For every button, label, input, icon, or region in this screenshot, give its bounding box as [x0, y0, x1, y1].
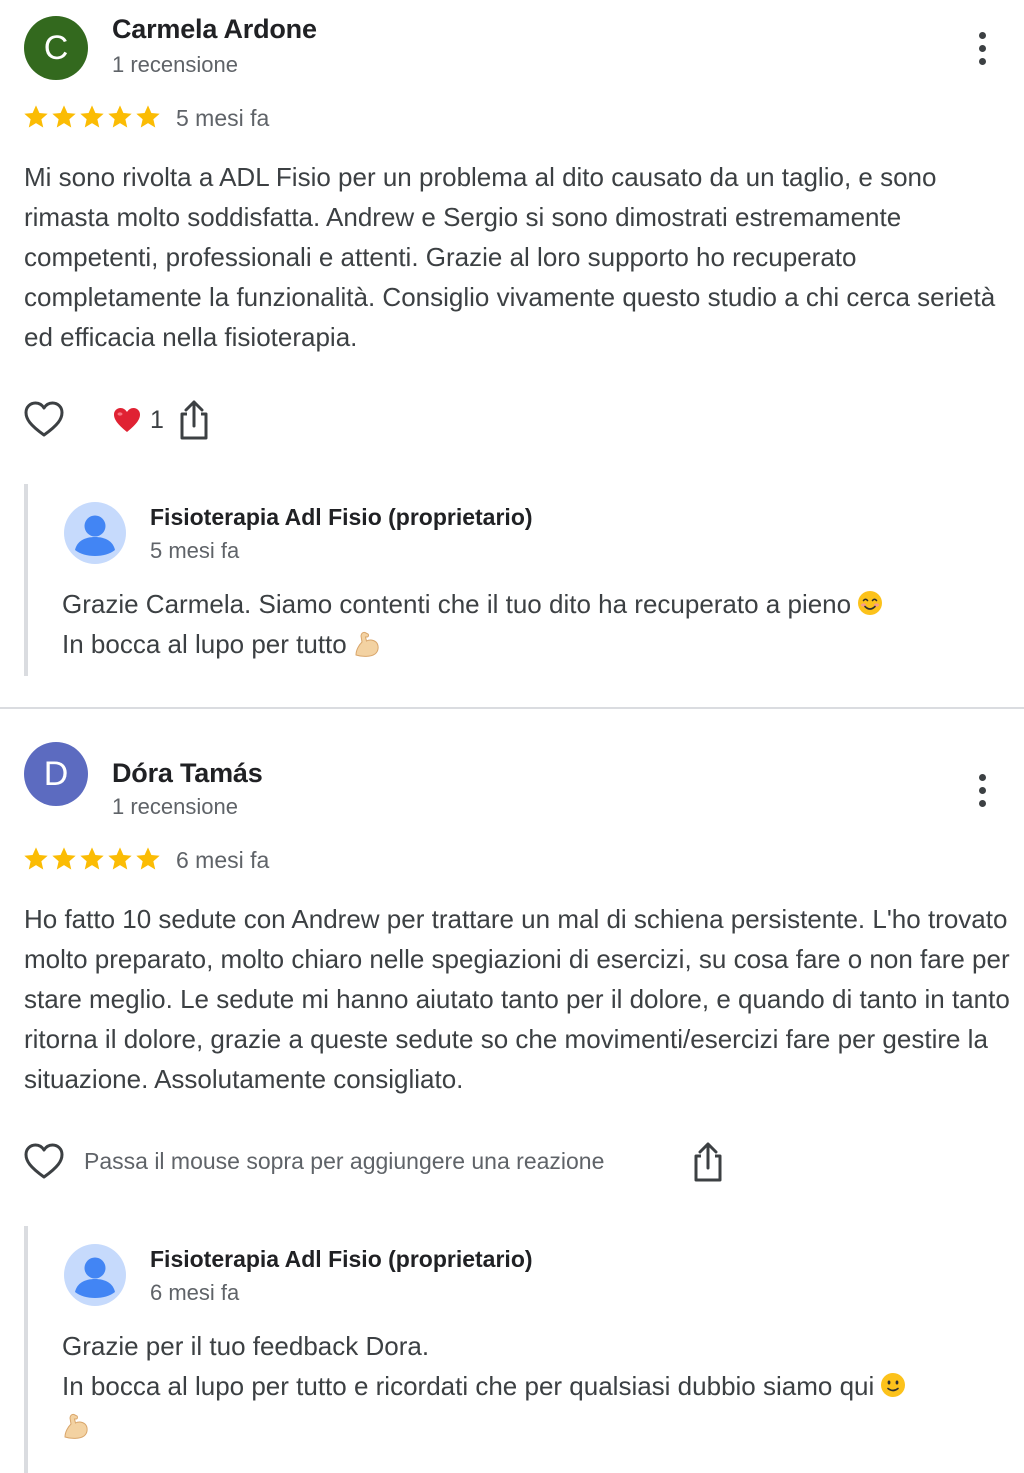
owner-reply: Fisioterapia Adl Fisio (proprietario) 5 … — [24, 484, 1014, 676]
owner-reply-text: Grazie per il tuo feedback Dora. In bocc… — [62, 1326, 1012, 1446]
avatar[interactable]: C — [24, 16, 88, 80]
star-icon — [24, 847, 48, 870]
flexed-biceps-icon — [64, 1413, 88, 1439]
owner-avatar-icon — [64, 1244, 126, 1306]
owner-reply-line: In bocca al lupo per tutto e ricordati c… — [62, 1371, 875, 1401]
owner-reply-date: 5 mesi fa — [150, 538, 240, 563]
star-icon — [108, 105, 132, 128]
review-text: Mi sono rivolta a ADL Fisio per un probl… — [24, 162, 996, 352]
star-icon — [136, 847, 160, 870]
review-author-name[interactable]: Dóra Tamás — [112, 758, 263, 789]
owner-reply-line: Grazie Carmela. Siamo contenti che il tu… — [62, 589, 852, 619]
owner-reply-line: In bocca al lupo per tutto — [62, 629, 347, 659]
owner-name: Fisioterapia Adl Fisio (proprietario) — [150, 1246, 533, 1272]
slightly-smiling-face-icon — [881, 1373, 906, 1397]
review-card: D Dóra Tamás 1 recensione 6 mesi fa Ho f… — [0, 710, 1024, 1473]
owner-reply-line: Grazie per il tuo feedback Dora. — [62, 1331, 430, 1361]
star-icon — [52, 847, 76, 870]
share-icon[interactable] — [688, 1140, 728, 1184]
owner-avatar-icon — [64, 502, 126, 564]
red-heart-icon — [114, 408, 140, 432]
review-date: 6 mesi fa — [176, 847, 270, 873]
review-author-count: 1 recensione — [112, 794, 238, 819]
review-author-count: 1 recensione — [112, 52, 238, 77]
review-text: Ho fatto 10 sedute con Andrew per tratta… — [24, 904, 1010, 1094]
review-actions: Passa il mouse sopra per aggiungere una … — [22, 1140, 1012, 1184]
owner-reply: Fisioterapia Adl Fisio (proprietario) 6 … — [24, 1226, 1014, 1473]
review-card: C Carmela Ardone 1 recensione 5 mesi fa … — [0, 0, 1024, 708]
star-icon — [80, 105, 104, 128]
star-icon — [108, 847, 132, 870]
star-icon — [24, 105, 48, 128]
review-divider — [0, 707, 1024, 709]
reaction-hint: Passa il mouse sopra per aggiungere una … — [84, 1148, 605, 1174]
star-icon — [52, 105, 76, 128]
star-rating — [22, 100, 162, 134]
avatar[interactable]: D — [24, 742, 88, 806]
flexed-biceps-icon — [355, 631, 379, 657]
smiling-face-icon — [858, 591, 883, 615]
owner-reply-text: Grazie Carmela. Siamo contenti che il tu… — [62, 584, 1012, 664]
owner-name: Fisioterapia Adl Fisio (proprietario) — [150, 504, 533, 530]
reaction-count: 1 — [150, 405, 164, 434]
star-icon — [136, 105, 160, 128]
review-actions: 1 — [22, 398, 1012, 442]
reaction-chip[interactable]: 1 — [112, 404, 164, 436]
heart-outline-icon[interactable] — [22, 1140, 66, 1184]
review-author-name[interactable]: Carmela Ardone — [112, 14, 317, 45]
review-date: 5 mesi fa — [176, 105, 270, 131]
owner-reply-date: 6 mesi fa — [150, 1280, 240, 1305]
star-rating — [22, 842, 162, 876]
heart-outline-icon[interactable] — [22, 398, 66, 442]
more-options-button[interactable] — [962, 768, 1002, 812]
share-icon[interactable] — [174, 398, 214, 442]
more-options-button[interactable] — [962, 26, 1002, 70]
star-icon — [80, 847, 104, 870]
